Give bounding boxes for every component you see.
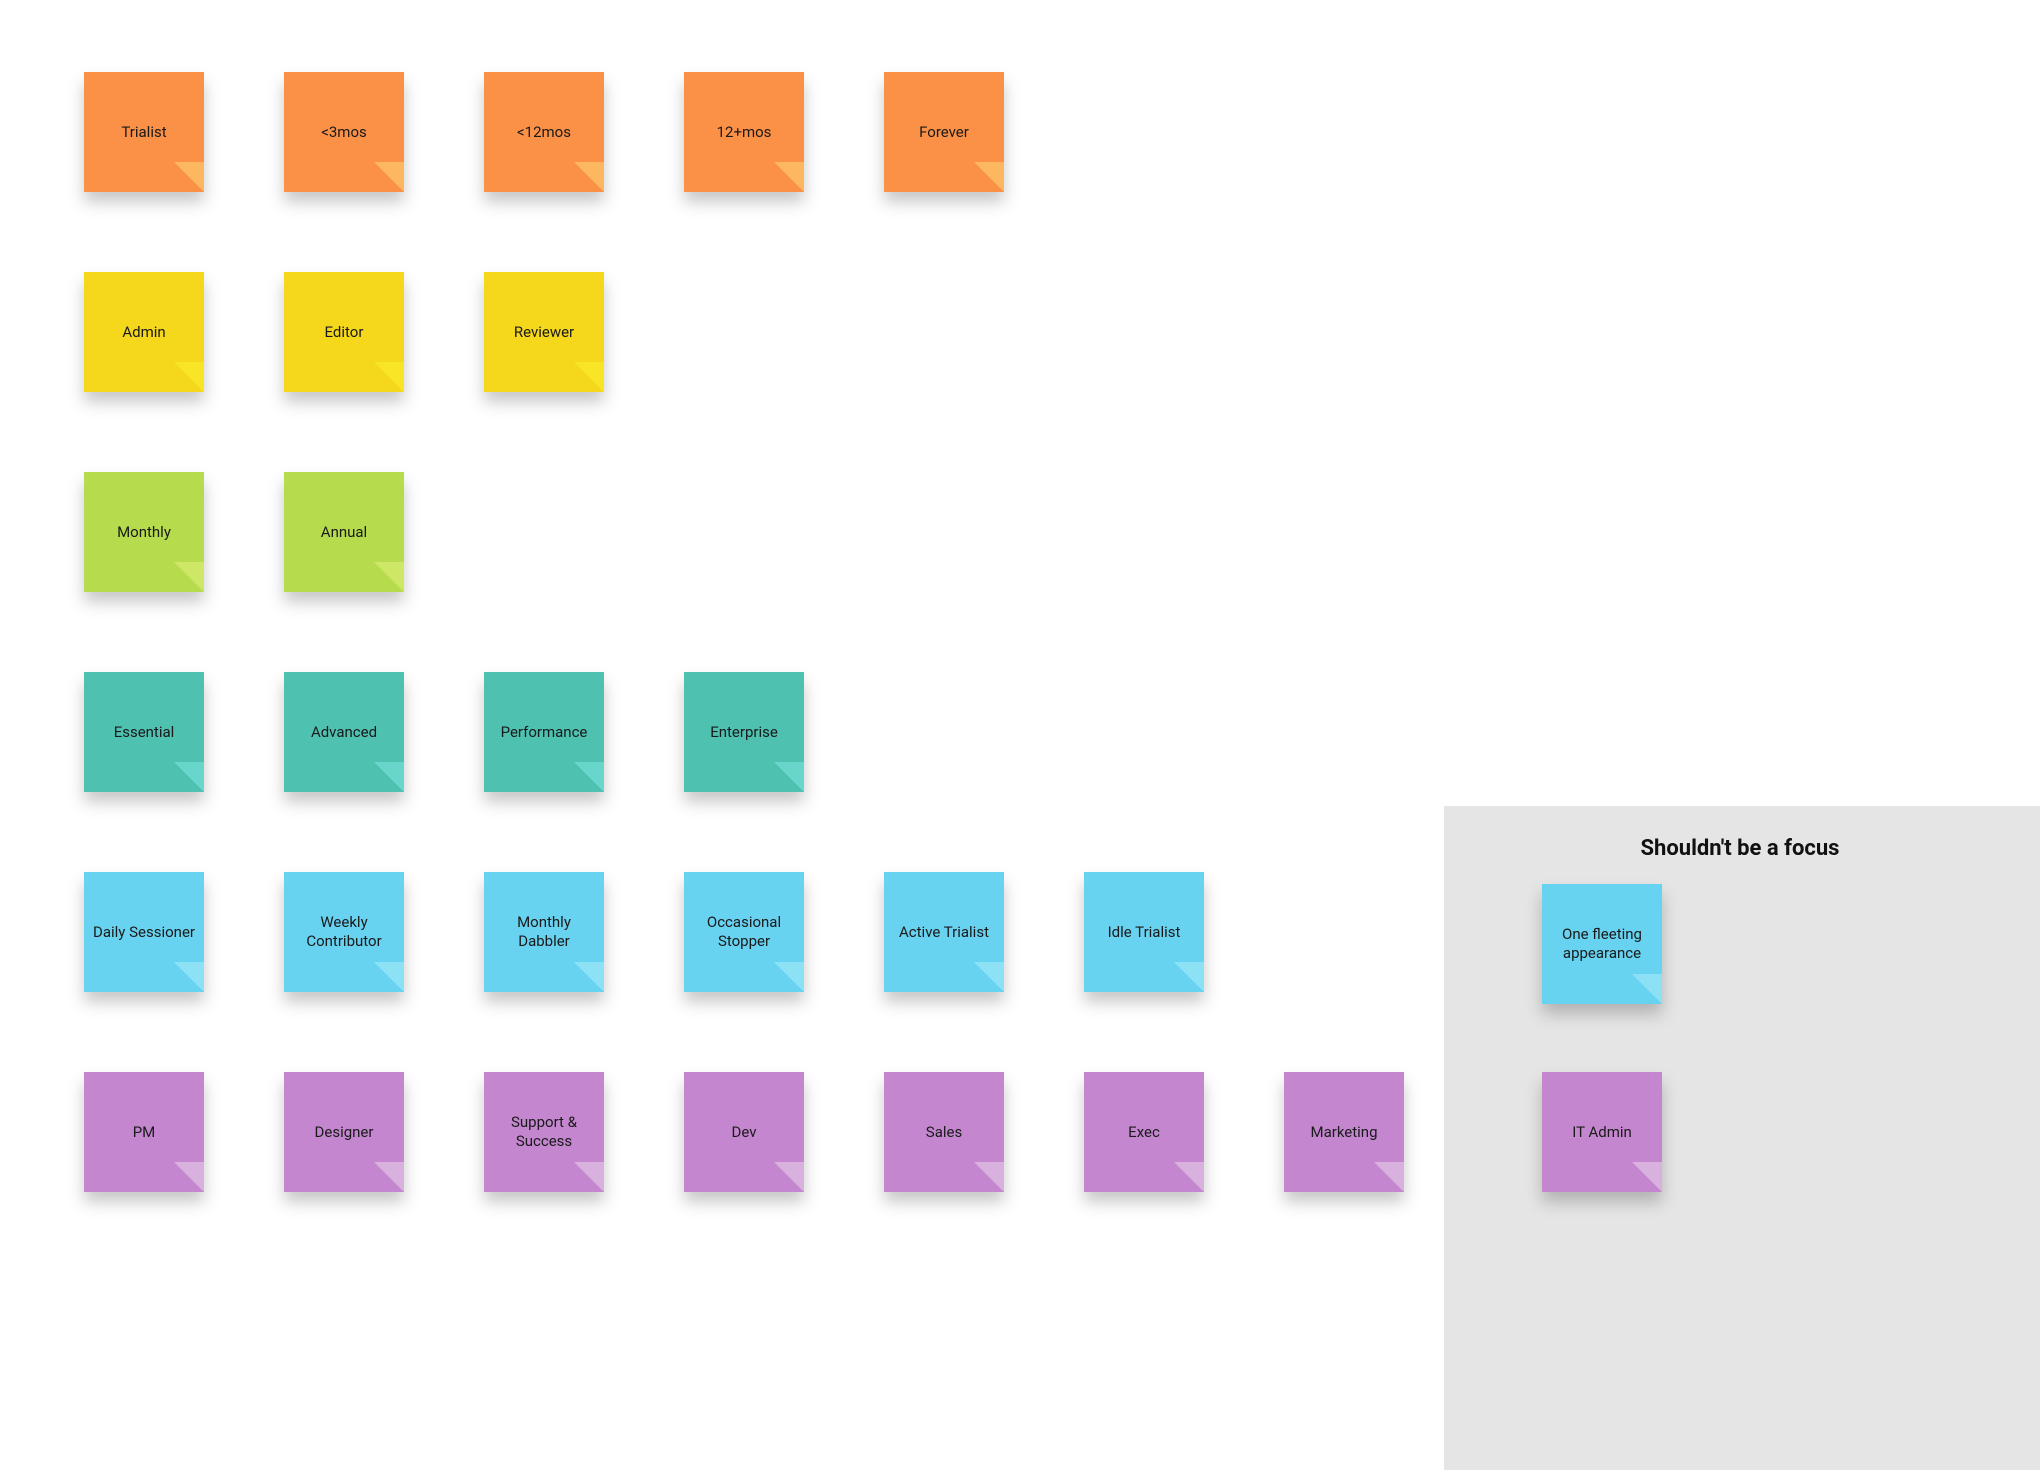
sticky-note[interactable]: Dev <box>684 1072 804 1192</box>
sticky-note[interactable]: Annual <box>284 472 404 592</box>
not-focus-panel <box>1444 806 2040 1470</box>
sticky-note[interactable]: Advanced <box>284 672 404 792</box>
sticky-note[interactable]: Sales <box>884 1072 1004 1192</box>
note-text: <3mos <box>321 123 367 142</box>
note-text: Performance <box>501 723 588 742</box>
note-text: Dev <box>732 1123 757 1142</box>
note-text: One fleeting appearance <box>1550 925 1654 963</box>
sticky-note[interactable]: Support & Success <box>484 1072 604 1192</box>
note-text: Marketing <box>1310 1123 1377 1142</box>
sticky-note[interactable]: Forever <box>884 72 1004 192</box>
note-text: Weekly Contributor <box>292 913 396 951</box>
note-text: Forever <box>919 123 969 142</box>
note-text: Annual <box>321 523 367 542</box>
note-text: Editor <box>325 323 364 342</box>
sticky-note[interactable]: Trialist <box>84 72 204 192</box>
whiteboard-canvas[interactable]: Shouldn't be a focus Trialist <3mos <12m… <box>0 0 2040 1470</box>
sticky-note[interactable]: <3mos <box>284 72 404 192</box>
sticky-note[interactable]: <12mos <box>484 72 604 192</box>
sticky-note[interactable]: Performance <box>484 672 604 792</box>
note-text: Occasional Stopper <box>692 913 796 951</box>
note-text: Support & Success <box>492 1113 596 1151</box>
note-text: Advanced <box>311 723 377 742</box>
note-text: Trialist <box>121 123 166 142</box>
note-text: Idle Trialist <box>1108 923 1181 942</box>
sticky-note[interactable]: Active Trialist <box>884 872 1004 992</box>
note-text: Sales <box>926 1123 962 1142</box>
sticky-note[interactable]: Admin <box>84 272 204 392</box>
note-text: Active Trialist <box>899 923 989 942</box>
sticky-note[interactable]: Idle Trialist <box>1084 872 1204 992</box>
sticky-note[interactable]: Editor <box>284 272 404 392</box>
sticky-note[interactable]: Monthly Dabbler <box>484 872 604 992</box>
sticky-note[interactable]: Reviewer <box>484 272 604 392</box>
not-focus-title: Shouldn't be a focus <box>1520 836 1960 861</box>
sticky-note[interactable]: Marketing <box>1284 1072 1404 1192</box>
note-text: Admin <box>122 323 165 342</box>
sticky-note[interactable]: Enterprise <box>684 672 804 792</box>
note-text: Essential <box>114 723 175 742</box>
note-text: 12+mos <box>717 123 772 142</box>
sticky-note[interactable]: Daily Sessioner <box>84 872 204 992</box>
sticky-note[interactable]: PM <box>84 1072 204 1192</box>
note-text: Exec <box>1128 1123 1160 1142</box>
note-text: Monthly <box>117 523 171 542</box>
note-text: <12mos <box>517 123 571 142</box>
sticky-note[interactable]: Occasional Stopper <box>684 872 804 992</box>
note-text: Enterprise <box>710 723 778 742</box>
sticky-note[interactable]: Monthly <box>84 472 204 592</box>
note-text: Monthly Dabbler <box>492 913 596 951</box>
note-text: IT Admin <box>1572 1123 1632 1142</box>
sticky-note[interactable]: 12+mos <box>684 72 804 192</box>
sticky-note[interactable]: IT Admin <box>1542 1072 1662 1192</box>
note-text: Reviewer <box>514 323 574 342</box>
note-text: Designer <box>315 1123 374 1142</box>
sticky-note[interactable]: One fleeting appearance <box>1542 884 1662 1004</box>
sticky-note[interactable]: Exec <box>1084 1072 1204 1192</box>
sticky-note[interactable]: Designer <box>284 1072 404 1192</box>
note-text: PM <box>133 1123 156 1142</box>
sticky-note[interactable]: Essential <box>84 672 204 792</box>
note-text: Daily Sessioner <box>93 923 195 942</box>
sticky-note[interactable]: Weekly Contributor <box>284 872 404 992</box>
